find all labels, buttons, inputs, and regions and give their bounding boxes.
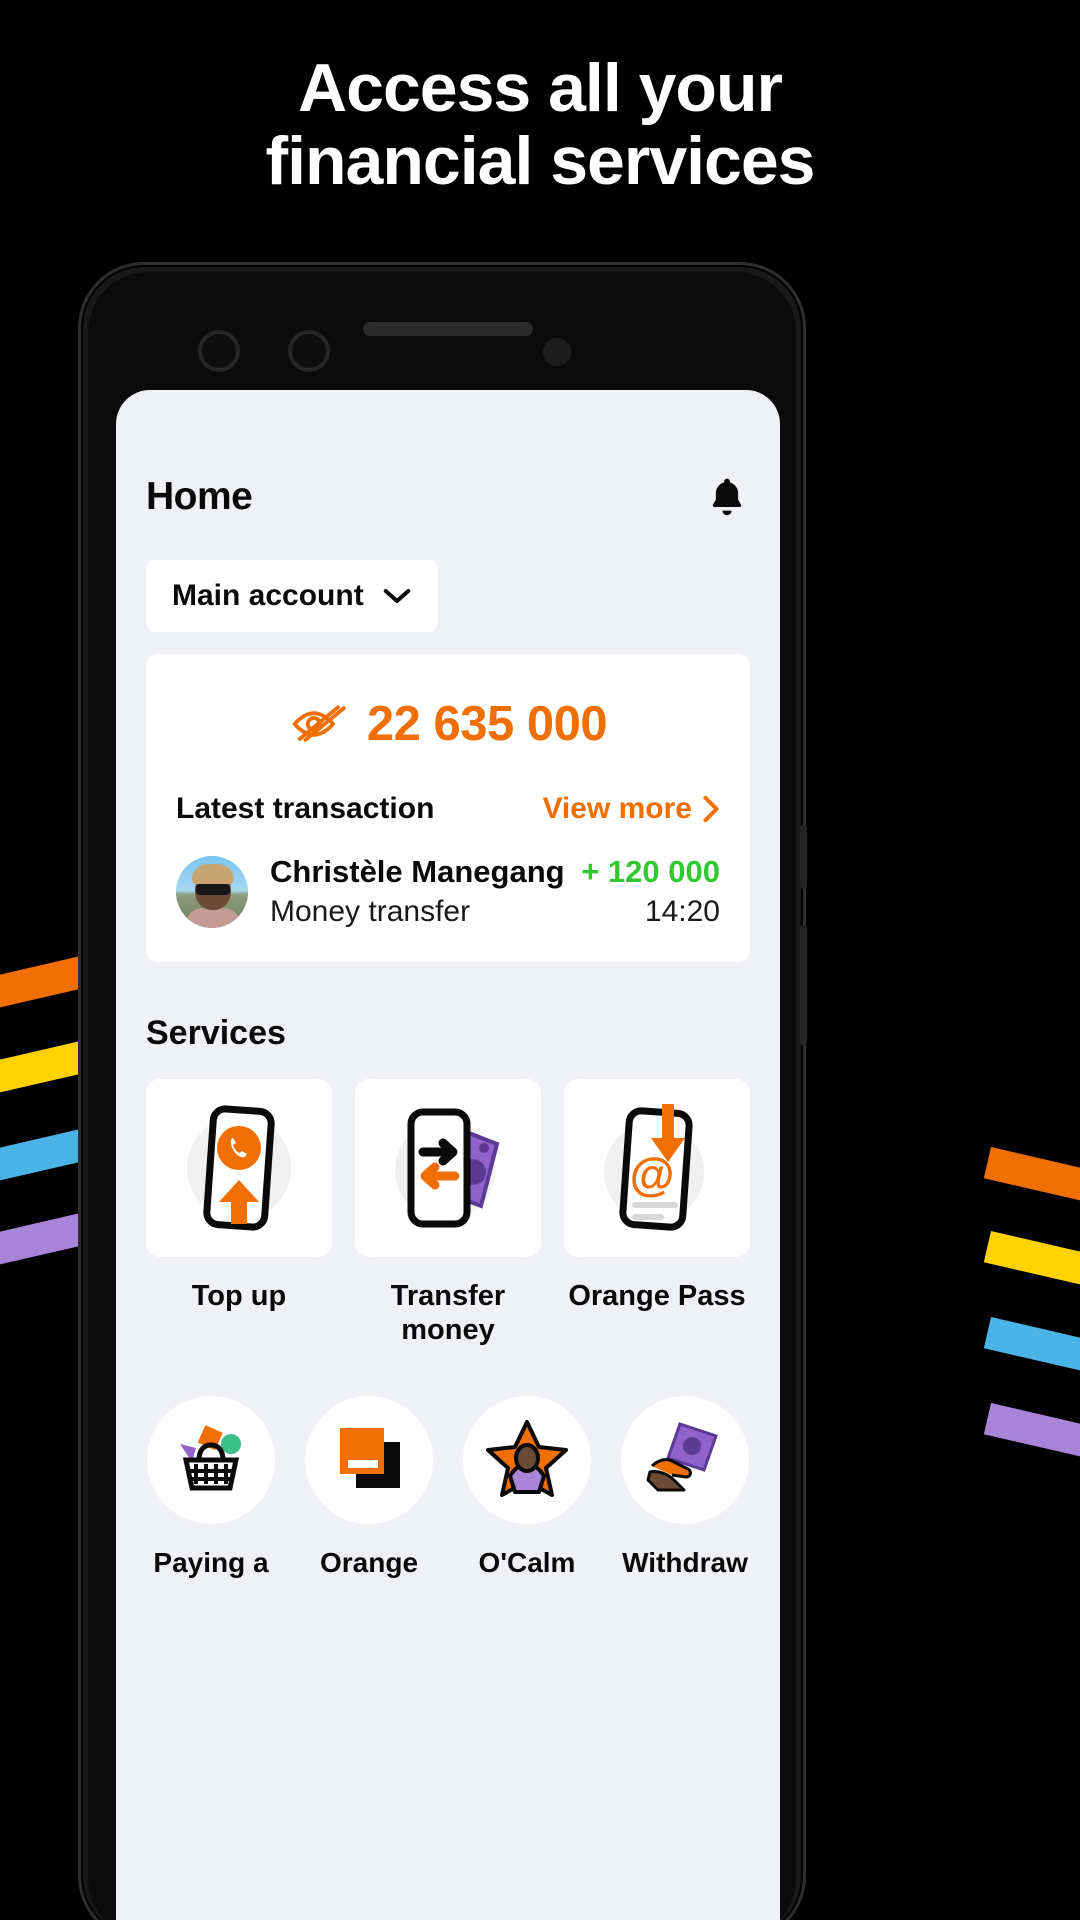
stripe (983, 1317, 1080, 1391)
transaction-amount: + 120 000 (581, 854, 720, 889)
view-more-label: View more (542, 792, 692, 825)
camera-icon (288, 330, 330, 372)
transaction-row[interactable]: Christèle Manegang Money transfer + 120 … (176, 852, 720, 932)
quick-action-label: Withdraw (622, 1546, 748, 1578)
headline-line-2: financial services (265, 122, 815, 199)
decorative-stripes-right (960, 0, 1080, 1920)
latest-transaction-label: Latest transaction (176, 792, 435, 825)
tile-icon-box (355, 1079, 541, 1258)
phone-side-button (800, 825, 807, 889)
account-selector[interactable]: Main account (146, 560, 438, 632)
quick-actions: Paying a Orange O'Calm Withdraw (116, 1348, 780, 1580)
transaction-details: Christèle Manegang Money transfer (270, 852, 581, 932)
quick-action-paying-a[interactable]: Paying a (140, 1395, 282, 1580)
sensor-icon (543, 338, 571, 366)
quick-action-withdraw[interactable]: Withdraw (614, 1395, 756, 1580)
quick-action-icon-box (463, 1395, 591, 1524)
transaction-name: Christèle Manegang (270, 854, 565, 889)
app-screen: Home Main account 22 635 000 Latest tran… (116, 390, 780, 1920)
phone-volume-button (800, 925, 807, 1045)
balance-row: 22 635 000 (176, 696, 720, 792)
stripe (983, 1231, 1080, 1305)
tile-icon-box: @ (564, 1079, 750, 1258)
tile-icon-box (146, 1079, 332, 1258)
phone-orange-pass-icon: @ (592, 1096, 722, 1241)
bell-icon[interactable] (704, 474, 750, 520)
service-tiles: Top up Transfer money @ Orange Pass (116, 1053, 780, 1347)
service-tile-label: Transfer money (390, 1280, 506, 1347)
service-tile-orange-pass[interactable]: @ Orange Pass (564, 1079, 750, 1347)
latest-transaction-header: Latest transaction View more (176, 792, 720, 826)
stripe (983, 1147, 1080, 1221)
service-tile-top-up[interactable]: Top up (146, 1079, 332, 1347)
quick-action-ocalm[interactable]: O'Calm (456, 1395, 598, 1580)
phone-transfer-money-icon (383, 1096, 513, 1241)
transaction-type: Money transfer (270, 894, 471, 928)
star-ocalm-icon (484, 1414, 570, 1505)
quick-action-label: Orange (319, 1546, 419, 1578)
account-selector-label: Main account (172, 579, 364, 612)
balance-card: 22 635 000 Latest transaction View more (146, 654, 750, 963)
transaction-meta: + 120 000 14:20 (581, 852, 720, 932)
quick-action-icon-box (305, 1395, 433, 1524)
view-more-button[interactable]: View more (542, 792, 720, 826)
phone-topup-icon (174, 1096, 304, 1241)
svg-text:@: @ (630, 1148, 675, 1200)
app-header: Home (116, 390, 780, 520)
service-tile-transfer-money[interactable]: Transfer money (355, 1079, 541, 1347)
promo-headline: Access all your financial services (0, 52, 1080, 198)
balance-amount: 22 635 000 (366, 697, 608, 751)
camera-icon (198, 330, 240, 372)
shopping-basket-icon (168, 1414, 254, 1505)
services-title: Services (146, 1014, 286, 1053)
service-tile-label: Orange Pass (568, 1280, 746, 1313)
quick-action-icon-box (147, 1395, 275, 1524)
stripe (983, 1403, 1080, 1477)
service-tile-label: Top up (191, 1280, 287, 1313)
promo-screenshot: Access all your financial services Home … (0, 0, 1080, 1920)
quick-action-icon-box (621, 1395, 749, 1524)
chevron-right-icon (702, 795, 720, 823)
quick-action-orange[interactable]: Orange (298, 1395, 440, 1580)
headline-line-1: Access all your (298, 50, 783, 126)
earpiece-speaker (363, 322, 533, 336)
withdraw-cash-icon (642, 1414, 728, 1505)
phone-body: Home Main account 22 635 000 Latest tran… (88, 272, 796, 1920)
phone-mockup: Home Main account 22 635 000 Latest tran… (78, 262, 807, 1920)
orange-bill-icon (326, 1414, 412, 1505)
avatar (176, 856, 248, 929)
eye-off-icon[interactable] (289, 704, 347, 744)
transaction-time: 14:20 (644, 894, 720, 928)
page-title: Home (146, 475, 253, 518)
chevron-down-icon (382, 587, 412, 605)
quick-action-label: Paying a (153, 1546, 269, 1578)
quick-action-label: O'Calm (478, 1546, 576, 1578)
